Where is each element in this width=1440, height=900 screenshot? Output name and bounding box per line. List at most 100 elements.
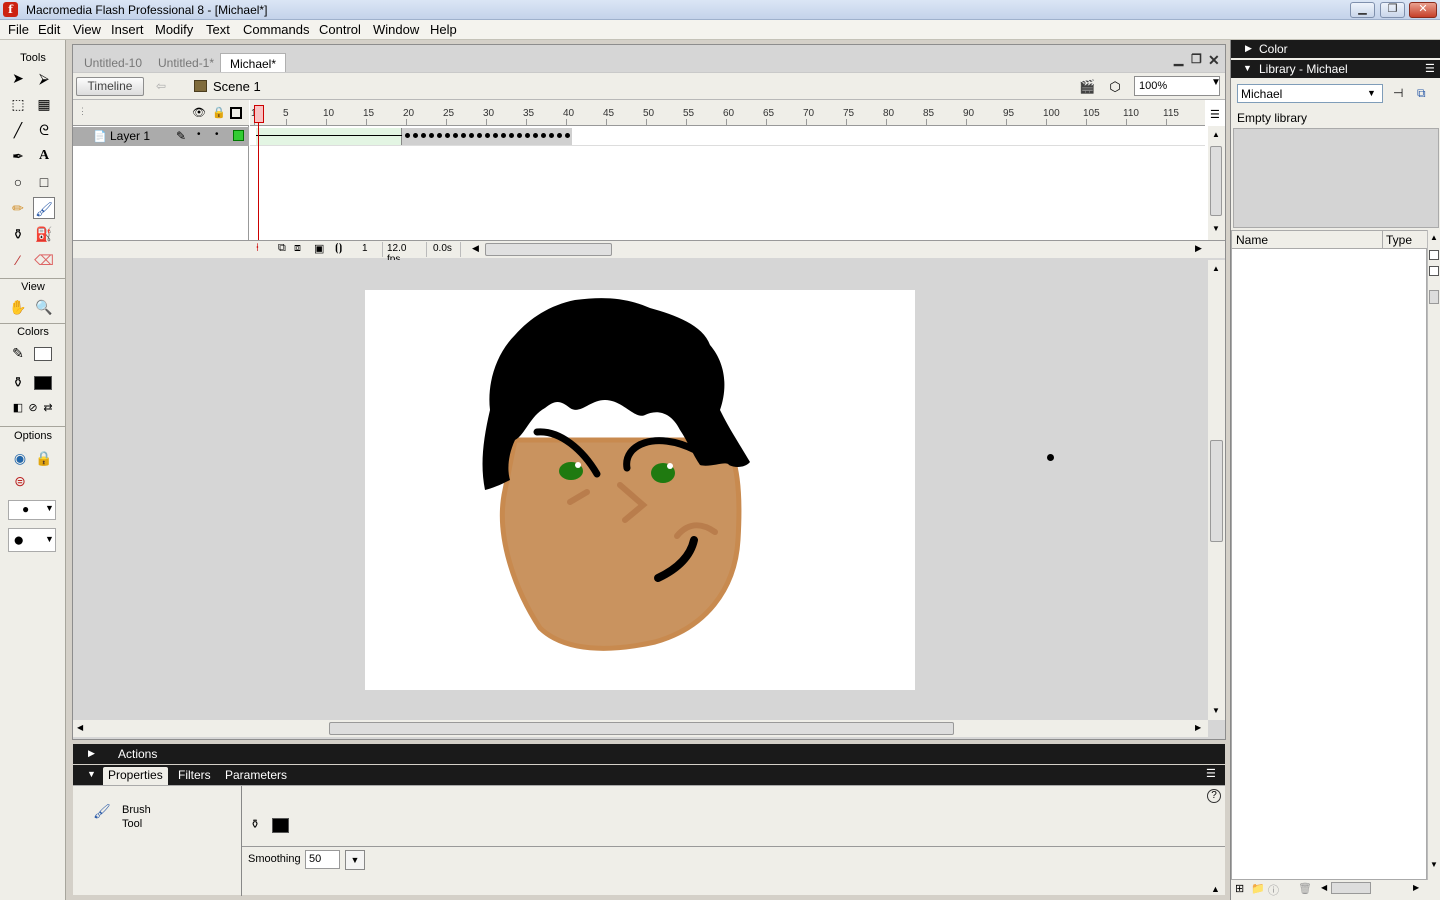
keyframe-dot[interactable] <box>517 133 522 138</box>
tab-untitled-10[interactable]: Untitled-10 <box>75 53 151 72</box>
pencil-tool-icon[interactable]: ✏ <box>7 197 29 219</box>
zoom-tool-icon[interactable]: 🔍 <box>33 296 55 318</box>
stage-workspace[interactable] <box>73 260 1208 720</box>
menu-file[interactable]: File <box>8 22 29 37</box>
menu-insert[interactable]: Insert <box>111 22 144 37</box>
timeline-scroll-right-icon[interactable]: ▶ <box>1195 243 1202 254</box>
tab-parameters[interactable]: Parameters <box>220 767 292 785</box>
stage-horizontal-scrollbar[interactable]: ◀ ▶ <box>73 720 1208 737</box>
tab-untitled-1[interactable]: Untitled-1* <box>149 53 223 72</box>
menu-help[interactable]: Help <box>430 22 457 37</box>
menu-window[interactable]: Window <box>373 22 419 37</box>
properties-icon[interactable]: ⓘ <box>1268 882 1279 898</box>
collapse-arrow-icon[interactable]: ▼ <box>1243 63 1252 73</box>
library-vertical-scrollbar[interactable]: ▲ ▼ <box>1427 230 1440 880</box>
keyframe-dot[interactable] <box>509 133 514 138</box>
paint-bucket-tool-icon[interactable]: ⛽ <box>33 223 55 245</box>
tab-properties[interactable]: Properties <box>103 767 168 785</box>
keyframe-dot[interactable] <box>429 133 434 138</box>
keyframe-dot[interactable] <box>405 133 410 138</box>
layer-outline-color[interactable] <box>233 130 244 141</box>
minimize-button[interactable]: ▁ <box>1350 2 1375 18</box>
lock-all-icon[interactable]: 🔒 <box>212 106 226 119</box>
keyframe-dot[interactable] <box>485 133 490 138</box>
new-folder-icon[interactable]: 📁 <box>1251 882 1265 895</box>
subselection-tool-icon[interactable]: ⮚ <box>33 67 55 89</box>
chevron-down-icon[interactable]: ▼ <box>1367 88 1376 98</box>
pin-library-icon[interactable]: ⊣ <box>1393 86 1403 100</box>
keyframe-dot[interactable] <box>469 133 474 138</box>
fill-transform-tool-icon[interactable]: ▦ <box>33 93 55 115</box>
frame-ruler[interactable]: 1510152025303540455055606570758085909510… <box>250 100 1205 126</box>
selection-tool-icon[interactable]: ➤ <box>7 67 29 89</box>
menu-commands[interactable]: Commands <box>243 22 309 37</box>
stroke-color-swatch[interactable] <box>34 347 52 361</box>
properties-collapse-icon[interactable]: ▲ <box>1211 884 1220 894</box>
color-panel-header[interactable]: ▶ Color <box>1231 40 1440 58</box>
keyframe-dot[interactable] <box>421 133 426 138</box>
ink-bottle-tool-icon[interactable]: ⚱ <box>7 223 29 245</box>
keyframe-dot[interactable] <box>525 133 530 138</box>
outline-all-icon[interactable] <box>230 107 242 119</box>
edit-multiple-frames-icon[interactable]: ▣ <box>314 242 324 255</box>
new-symbol-icon[interactable]: ⊞ <box>1235 882 1244 895</box>
swap-colors-icon[interactable]: ⇄ <box>37 397 59 419</box>
layer-name[interactable]: Layer 1 <box>110 129 150 143</box>
close-button[interactable]: ✕ <box>1409 2 1437 18</box>
lasso-tool-icon[interactable]: ᘓ <box>33 119 55 141</box>
onion-skin-outlines-icon[interactable]: ⧈ <box>294 242 301 255</box>
doc-restore-icon[interactable]: ❐ <box>1191 52 1202 66</box>
frame-row[interactable] <box>250 127 1205 146</box>
keyframe-dot[interactable] <box>477 133 482 138</box>
brush-shape-select[interactable]: ● ▼ <box>8 528 56 552</box>
keyframe-dot[interactable] <box>493 133 498 138</box>
stage-canvas[interactable] <box>365 290 915 690</box>
library-menu-icon[interactable]: ☰ <box>1425 62 1435 75</box>
actions-panel-header[interactable]: ▶ Actions <box>73 744 1225 764</box>
pen-tool-icon[interactable]: ✒ <box>7 145 29 167</box>
keyframe-dot[interactable] <box>501 133 506 138</box>
expand-arrow-icon[interactable]: ▶ <box>88 748 95 759</box>
line-tool-icon[interactable]: ╱ <box>7 119 29 141</box>
timeline-scroll-left-icon[interactable]: ◀ <box>472 243 479 254</box>
fill-color-swatch[interactable] <box>34 376 52 390</box>
doc-minimize-icon[interactable]: ▁ <box>1174 52 1183 66</box>
smoothing-input[interactable]: 50 <box>305 850 340 869</box>
rectangle-tool-icon[interactable]: □ <box>33 171 55 193</box>
keyframe-dot[interactable] <box>453 133 458 138</box>
column-type[interactable]: Type <box>1386 233 1412 247</box>
text-tool-icon[interactable]: A <box>33 145 55 167</box>
smoothing-dropdown-icon[interactable]: ▼ <box>345 850 365 870</box>
free-transform-tool-icon[interactable]: ⬚ <box>7 93 29 115</box>
collapse-arrow-icon[interactable]: ▼ <box>87 769 96 779</box>
properties-menu-icon[interactable]: ☰ <box>1206 767 1216 780</box>
motion-tween-span[interactable] <box>256 128 402 145</box>
menu-edit[interactable]: Edit <box>38 22 60 37</box>
keyframe-dot[interactable] <box>541 133 546 138</box>
expand-arrow-icon[interactable]: ▶ <box>1245 43 1252 54</box>
column-name[interactable]: Name <box>1236 233 1268 247</box>
doc-close-icon[interactable]: ✕ <box>1208 52 1220 69</box>
timeline-vertical-scrollbar[interactable]: ▲ ▼ <box>1208 126 1225 240</box>
back-arrow-icon[interactable]: ⇦ <box>156 79 166 93</box>
keyframe-dot[interactable] <box>565 133 570 138</box>
modify-onion-markers-icon[interactable]: ⦗⦘ <box>335 242 342 255</box>
fps-readout[interactable]: 12.0 fps <box>383 242 427 265</box>
keyframe-dot[interactable] <box>413 133 418 138</box>
timeline-hscroll-thumb[interactable] <box>485 243 612 256</box>
restore-button[interactable]: ❐ <box>1380 2 1405 18</box>
library-panel-header[interactable]: ▼ Library - Michael ☰ <box>1231 60 1440 78</box>
playhead[interactable] <box>254 105 264 123</box>
show-hide-all-icon[interactable]: 👁 <box>192 106 206 119</box>
zoom-select[interactable]: 100% <box>1134 76 1220 96</box>
library-item-list[interactable]: Name Type <box>1231 230 1428 880</box>
eraser-tool-icon[interactable]: ⌫ <box>33 249 55 271</box>
keyframe-dot[interactable] <box>445 133 450 138</box>
layer-row[interactable]: 📄 Layer 1 ✎ • • <box>73 127 249 146</box>
tab-michael[interactable]: Michael* <box>220 53 287 72</box>
brush-mode-icon[interactable]: ⊜ <box>9 470 31 492</box>
timeline-toggle-button[interactable]: Timeline <box>76 77 144 96</box>
edit-symbols-icon[interactable]: ⬡ <box>1107 79 1123 95</box>
tab-filters[interactable]: Filters <box>173 767 216 785</box>
flash-app-icon[interactable]: f <box>3 2 18 17</box>
